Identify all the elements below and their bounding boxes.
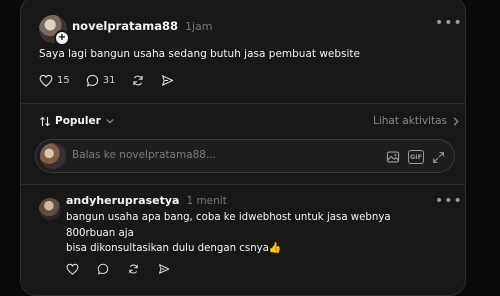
avatar	[39, 198, 61, 220]
expand-icon	[433, 152, 444, 163]
thread-card: + novelpratama88 1jam ••• Saya lagi bang…	[20, 0, 466, 296]
send-icon	[162, 75, 174, 86]
avatar	[40, 143, 66, 169]
gif-button[interactable]: GIF	[408, 150, 424, 164]
divider	[21, 103, 465, 104]
gif-icon: GIF	[408, 150, 424, 164]
comment-repost-button[interactable]	[127, 263, 140, 275]
comment-actions	[66, 263, 186, 275]
comment-time: 1 menit	[186, 195, 227, 207]
expand-button[interactable]	[432, 149, 445, 168]
comment-line: bisa dikonsultasikan dulu dengan csnya👍	[66, 243, 282, 254]
comment-line: bangun usaha apa bang, coba ke idwebhost…	[66, 212, 391, 223]
comment-reply-button[interactable]	[97, 263, 109, 275]
reply-input-placeholder[interactable]: Balas ke novelpratama88...	[72, 149, 216, 161]
like-button[interactable]: 15	[39, 74, 70, 87]
reply-input-box[interactable]: Balas ke novelpratama88... GIF	[35, 139, 455, 173]
post-username[interactable]: novelpratama88	[72, 19, 178, 33]
view-activity-link[interactable]: Lihat aktivitas	[373, 115, 459, 127]
sort-dropdown[interactable]: Populer	[39, 115, 114, 127]
comment-bubble-icon	[86, 74, 98, 87]
repost-icon	[133, 75, 144, 86]
repost-button[interactable]	[131, 74, 145, 87]
sort-arrows-icon	[40, 116, 50, 126]
sort-label: Populer	[55, 115, 101, 127]
post-author-avatar[interactable]: +	[39, 15, 70, 46]
comment-text: bangun usaha apa bang, coba ke idwebhost…	[66, 210, 391, 257]
image-attach-button[interactable]	[386, 149, 400, 168]
comment-share-button[interactable]	[158, 263, 170, 275]
activity-label: Lihat aktivitas	[373, 115, 448, 127]
post-header: novelpratama88 1jam	[72, 19, 213, 33]
like-count: 15	[57, 75, 70, 86]
comment-line: 800rbuan aja	[66, 227, 134, 239]
post-time: 1jam	[185, 20, 213, 33]
comment-author-avatar[interactable]	[39, 198, 61, 220]
send-icon	[159, 264, 170, 274]
post-actions: 15 31	[39, 74, 190, 87]
heart-icon	[66, 263, 79, 275]
comment-bubble-icon	[97, 263, 109, 275]
chevron-down-icon	[106, 118, 114, 124]
post-more-icon[interactable]: •••	[435, 15, 463, 31]
comment-count: 31	[102, 75, 116, 86]
comment-like-button[interactable]	[66, 263, 79, 275]
heart-icon	[39, 74, 53, 87]
comment-button[interactable]: 31	[86, 74, 116, 87]
comment-header: andyheruprasetya 1 menit	[66, 194, 227, 207]
repost-icon	[129, 264, 138, 274]
post-text: Saya lagi bangun usaha sedang butuh jasa…	[39, 48, 361, 60]
divider	[21, 184, 465, 185]
image-icon	[386, 151, 400, 163]
chevron-right-icon	[453, 116, 459, 126]
comment-username[interactable]: andyheruprasetya	[66, 194, 179, 207]
follow-plus-icon[interactable]: +	[54, 30, 70, 46]
share-button[interactable]	[161, 74, 174, 87]
comment-more-icon[interactable]: •••	[435, 193, 463, 209]
current-user-avatar	[40, 143, 66, 169]
